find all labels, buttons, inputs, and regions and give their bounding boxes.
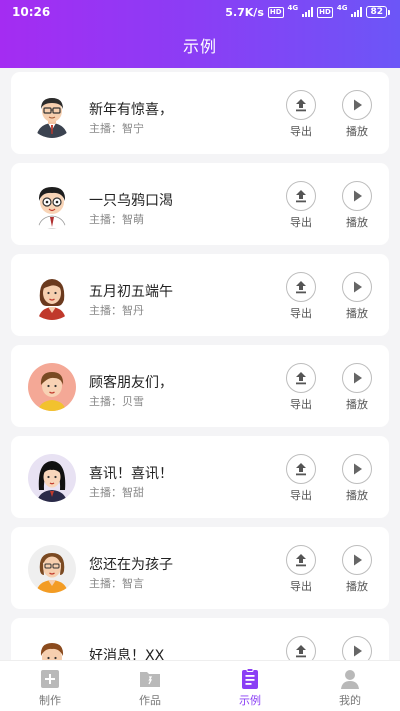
create-icon: [38, 668, 62, 690]
net-speed: 5.7K/s: [225, 5, 264, 19]
export-button[interactable]: 导出: [284, 181, 318, 230]
card-title: 一只乌鸦口渴: [89, 193, 173, 209]
signal-icon-1: [302, 7, 314, 17]
export-button[interactable]: 导出: [284, 272, 318, 321]
play-icon[interactable]: [342, 272, 372, 302]
export-icon[interactable]: [286, 454, 316, 484]
play-icon[interactable]: [342, 636, 372, 660]
export-icon[interactable]: [286, 363, 316, 393]
export-icon[interactable]: [286, 545, 316, 575]
woman-orange-shirt-avatar: [28, 545, 76, 593]
example-card[interactable]: 好消息！XX 导出 播放: [11, 618, 389, 660]
battery-icon: 82: [366, 6, 390, 18]
play-icon[interactable]: [342, 545, 372, 575]
example-card[interactable]: 您还在为孩子 主播：智言 导出 播放: [11, 527, 389, 609]
hd-badge-2: HD: [317, 6, 333, 18]
girl-long-black-hair-avatar: [28, 454, 76, 502]
play-button[interactable]: 播放: [340, 363, 374, 412]
play-icon[interactable]: [342, 454, 372, 484]
example-card[interactable]: 新年有惊喜， 主播：智宁 导出 播放: [11, 72, 389, 154]
export-label: 导出: [290, 216, 312, 229]
network-type-2: 4G: [336, 4, 348, 12]
card-anchor: 主播：智萌: [89, 213, 144, 226]
tab-folder[interactable]: 作品: [100, 661, 200, 711]
export-button[interactable]: 导出: [284, 636, 318, 660]
play-label: 播放: [346, 580, 368, 593]
card-title: 您还在为孩子: [89, 557, 173, 573]
tab-profile[interactable]: 我的: [300, 661, 400, 711]
export-icon[interactable]: [286, 636, 316, 660]
example-list[interactable]: 新年有惊喜， 主播：智宁 导出 播放 一只乌鸦口渴 主播：智萌 导出 播放 五月…: [0, 68, 400, 660]
card-title: 喜讯！喜讯！: [89, 466, 173, 482]
export-label: 导出: [290, 489, 312, 502]
folder-icon: [138, 668, 162, 690]
export-button[interactable]: 导出: [284, 454, 318, 503]
card-title: 顾客朋友们，: [89, 375, 173, 391]
play-label: 播放: [346, 489, 368, 502]
bottom-tab-bar: 制作 作品 示例 我的: [0, 660, 400, 711]
example-card[interactable]: 喜讯！喜讯！ 主播：智甜 导出 播放: [11, 436, 389, 518]
export-icon[interactable]: [286, 90, 316, 120]
hd-badge-1: HD: [267, 6, 284, 18]
play-icon[interactable]: [342, 90, 372, 120]
woman-brown-hair-avatar: [28, 272, 76, 320]
play-button[interactable]: 播放: [340, 181, 374, 230]
example-card[interactable]: 五月初五端午 主播：智丹 导出 播放: [11, 254, 389, 336]
export-label: 导出: [290, 580, 312, 593]
export-icon[interactable]: [286, 272, 316, 302]
boy-glasses-avatar: [28, 181, 76, 229]
man-glasses-suit-avatar: [28, 90, 76, 138]
play-label: 播放: [346, 216, 368, 229]
status-time: 10:26: [12, 5, 51, 19]
card-anchor: 主播：贝雪: [89, 395, 144, 408]
export-button[interactable]: 导出: [284, 545, 318, 594]
card-anchor: 主播：智宁: [89, 122, 144, 135]
card-title: 好消息！XX: [89, 648, 165, 660]
app-header: 10:26 5.7K/s HD 4G HD 4G 82 示例: [0, 0, 400, 68]
boy-brown-hair-avatar: [28, 636, 76, 660]
status-indicators: 5.7K/s HD 4G HD 4G 82: [225, 4, 390, 19]
play-button[interactable]: 播放: [340, 272, 374, 321]
play-label: 播放: [346, 398, 368, 411]
export-label: 导出: [290, 125, 312, 138]
export-button[interactable]: 导出: [284, 363, 318, 412]
page-title: 示例: [182, 37, 217, 56]
play-button[interactable]: 播放: [340, 636, 374, 660]
export-label: 导出: [290, 398, 312, 411]
card-anchor: 主播：智丹: [89, 304, 144, 317]
signal-icon-2: [351, 7, 363, 17]
status-bar: 10:26 5.7K/s HD 4G HD 4G 82: [0, 0, 400, 24]
play-button[interactable]: 播放: [340, 90, 374, 139]
play-button[interactable]: 播放: [340, 545, 374, 594]
clipboard-icon: [238, 668, 262, 690]
network-type-1: 4G: [287, 4, 299, 12]
girl-pink-background-avatar: [28, 363, 76, 411]
export-button[interactable]: 导出: [284, 90, 318, 139]
tab-label: 作品: [139, 694, 161, 707]
card-title: 五月初五端午: [89, 284, 173, 300]
profile-icon: [338, 668, 362, 690]
play-icon[interactable]: [342, 363, 372, 393]
example-card[interactable]: 一只乌鸦口渴 主播：智萌 导出 播放: [11, 163, 389, 245]
play-label: 播放: [346, 307, 368, 320]
tab-label: 制作: [39, 694, 61, 707]
tab-label: 我的: [339, 694, 361, 707]
card-anchor: 主播：智甜: [89, 486, 144, 499]
battery-level: 82: [366, 6, 387, 18]
card-anchor: 主播：智言: [89, 577, 144, 590]
tab-create[interactable]: 制作: [0, 661, 100, 711]
export-icon[interactable]: [286, 181, 316, 211]
example-card[interactable]: 顾客朋友们， 主播：贝雪 导出 播放: [11, 345, 389, 427]
export-label: 导出: [290, 307, 312, 320]
play-icon[interactable]: [342, 181, 372, 211]
play-label: 播放: [346, 125, 368, 138]
card-title: 新年有惊喜，: [89, 102, 173, 118]
tab-clipboard[interactable]: 示例: [200, 661, 300, 711]
tab-label: 示例: [239, 694, 261, 707]
play-button[interactable]: 播放: [340, 454, 374, 503]
